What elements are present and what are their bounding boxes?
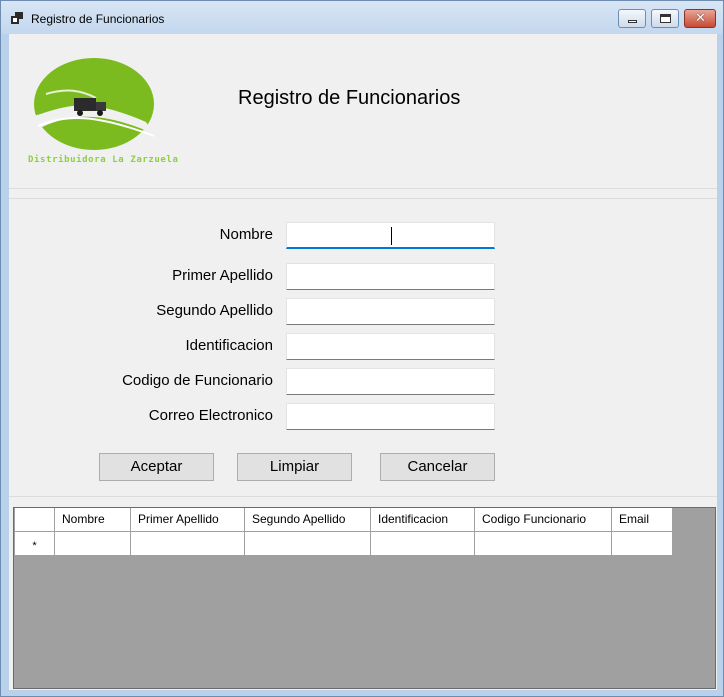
form-client-area: Distribuidora La Zarzuela Registro de Fu… (9, 34, 717, 690)
divider (9, 198, 717, 199)
logo-caption: Distribuidora La Zarzuela (28, 155, 179, 165)
window-app-icon[interactable] (11, 12, 23, 24)
identificacion-input[interactable] (286, 333, 495, 360)
label-primer-apellido: Primer Apellido (172, 267, 273, 284)
new-row-marker[interactable]: * (14, 530, 55, 556)
title-bar[interactable]: Registro de Funcionarios ✕ (1, 1, 723, 34)
app-window: Registro de Funcionarios ✕ Distribuidora… (0, 0, 724, 697)
codigo-funcionario-input[interactable] (286, 368, 495, 395)
grid-new-row[interactable]: * (14, 530, 673, 556)
cancelar-button[interactable]: Cancelar (380, 453, 495, 481)
aceptar-button[interactable]: Aceptar (99, 453, 214, 481)
form-title: Registro de Funcionarios (238, 87, 461, 109)
limpiar-button[interactable]: Limpiar (237, 453, 352, 481)
header-panel: Distribuidora La Zarzuela Registro de Fu… (9, 34, 717, 188)
grid-cell-identificacion[interactable] (370, 530, 475, 556)
company-logo (34, 58, 155, 150)
window-title: Registro de Funcionarios (31, 12, 165, 26)
grid-table: Nombre Primer Apellido Segundo Apellido … (14, 508, 673, 556)
column-header-segundo-apellido[interactable]: Segundo Apellido (244, 508, 371, 532)
grid-cell-codigo-funcionario[interactable] (474, 530, 612, 556)
label-codigo-funcionario: Codigo de Funcionario (122, 372, 273, 389)
label-nombre: Nombre (219, 226, 273, 243)
label-correo-electronico: Correo Electronico (148, 407, 273, 424)
close-button[interactable]: ✕ (684, 9, 716, 28)
divider (9, 188, 717, 189)
minimize-icon (628, 20, 637, 23)
maximize-icon (660, 14, 671, 23)
primer-apellido-input[interactable] (286, 263, 495, 290)
divider (9, 496, 717, 497)
funcionarios-grid[interactable]: Nombre Primer Apellido Segundo Apellido … (13, 507, 716, 689)
correo-electronico-input[interactable] (286, 403, 495, 430)
grid-cell-nombre[interactable] (54, 530, 131, 556)
grid-cell-segundo-apellido[interactable] (244, 530, 371, 556)
grid-header-row: Nombre Primer Apellido Segundo Apellido … (14, 508, 673, 532)
column-header-primer-apellido[interactable]: Primer Apellido (130, 508, 245, 532)
text-caret (391, 227, 392, 245)
column-header-identificacion[interactable]: Identificacion (370, 508, 475, 532)
column-header-nombre[interactable]: Nombre (54, 508, 131, 532)
nombre-input[interactable] (286, 222, 495, 249)
label-segundo-apellido: Segundo Apellido (156, 302, 273, 319)
close-icon: ✕ (695, 11, 706, 26)
column-header-codigo-funcionario[interactable]: Codigo Funcionario (474, 508, 612, 532)
label-identificacion: Identificacion (185, 337, 273, 354)
minimize-button[interactable] (618, 9, 646, 28)
grid-cell-primer-apellido[interactable] (130, 530, 245, 556)
grid-cell-email[interactable] (611, 530, 673, 556)
segundo-apellido-input[interactable] (286, 298, 495, 325)
column-header-email[interactable]: Email (611, 508, 673, 532)
maximize-button[interactable] (651, 9, 679, 28)
grid-corner-header[interactable] (14, 508, 55, 532)
